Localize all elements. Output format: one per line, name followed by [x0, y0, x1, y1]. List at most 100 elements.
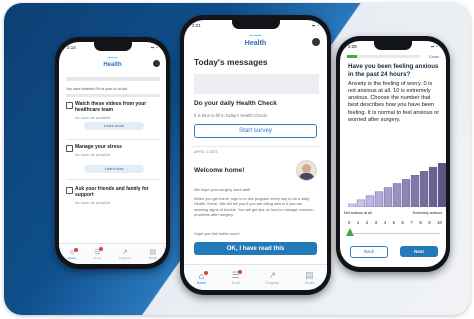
logo-text: Health: [103, 61, 122, 68]
tab-todo[interactable]: ☰ To-do: [231, 270, 242, 285]
tab-progress[interactable]: ↗ Progress: [119, 248, 131, 260]
tab-home[interactable]: ⌂ Home: [67, 247, 78, 260]
chart-icon: ↗: [268, 270, 277, 280]
notification-dot: [203, 270, 208, 275]
checkbox[interactable]: [66, 102, 73, 109]
scale-number[interactable]: 7: [410, 220, 412, 225]
tab-books[interactable]: ▤ Books: [149, 248, 157, 260]
checkbox[interactable]: [66, 187, 73, 194]
progress-track: [66, 77, 160, 81]
learn-how-button[interactable]: Learn how: [84, 165, 144, 173]
scale-number[interactable]: 8: [419, 220, 421, 225]
scale-min-label: Not anxious at all: [344, 211, 372, 215]
scale-number[interactable]: 9: [428, 220, 430, 225]
close-link[interactable]: Close: [429, 54, 439, 59]
divider: [66, 139, 160, 140]
todo-due: As soon as possible: [75, 152, 111, 157]
todo-title: Manage your stress: [75, 144, 122, 150]
status-bar: 2:14 ▪▪ ◔: [67, 45, 158, 53]
tab-label: Books: [148, 256, 158, 260]
doctor-avatar: [296, 160, 317, 181]
right-phone-screen: 2:28 ▪▪ ◔ Close Have you been feeling an…: [340, 41, 446, 267]
slider-handle[interactable]: [346, 228, 354, 236]
left-phone-screen: 2:14 ▪▪ ◔ ~~~ Health You have finished 0…: [59, 42, 166, 264]
page-title: Today's messages: [194, 57, 268, 67]
profile-icon[interactable]: [312, 38, 320, 46]
next-button[interactable]: Next: [400, 246, 438, 257]
status-time: 2:28: [348, 44, 357, 49]
tab-bar: ⌂ Home ☰ To-do ↗ Progress ▤ Books: [184, 264, 327, 290]
tab-todo[interactable]: ☰ To-do: [94, 247, 104, 260]
todo-item[interactable]: Watch these videos from your healthcare …: [66, 101, 160, 141]
logo-text: Health: [244, 39, 267, 47]
checklist-header: You have finished 0% of your to-do list: [66, 87, 127, 91]
scale-number[interactable]: 3: [375, 220, 377, 225]
scale-number[interactable]: 6: [402, 220, 404, 225]
signal-icon: ▪▪ ◔: [150, 45, 158, 50]
tab-label: Progress: [265, 281, 280, 285]
scale-max-label: Extremely anxious: [412, 211, 442, 215]
scale-number[interactable]: 5: [393, 220, 395, 225]
promo-card: 2:14 ▪▪ ◔ ~~~ Health You have finished 0…: [4, 3, 470, 315]
scale-bar: [365, 195, 375, 207]
welcome-paragraph-1: We hope your surgery went well!: [194, 187, 251, 192]
notification-dot: [99, 247, 104, 251]
tab-bar: ⌂ Home ☰ To-do ↗ Progress ▤ Books: [59, 243, 166, 264]
tab-label: Progress: [118, 256, 131, 260]
tab-books[interactable]: ▤ Books: [305, 270, 314, 285]
scale-bar: [428, 166, 438, 207]
scale-number[interactable]: 0: [348, 220, 350, 225]
scale-numbers: 0 1 2 3 4 5 6 7 8 9 10: [348, 220, 442, 225]
book-icon: ▤: [305, 270, 314, 280]
scale-bar: [410, 175, 420, 207]
todo-item[interactable]: Manage your stress As soon as possible L…: [66, 144, 160, 184]
profile-icon[interactable]: [153, 60, 160, 67]
scale-bar: [419, 170, 429, 207]
scale-number[interactable]: 4: [384, 220, 386, 225]
right-phone: 2:28 ▪▪ ◔ Close Have you been feeling an…: [336, 36, 450, 272]
anxiety-scale-graphic: [348, 163, 446, 207]
scale-number[interactable]: 10: [437, 220, 442, 225]
checkbox[interactable]: [66, 145, 73, 152]
tab-progress[interactable]: ↗ Progress: [266, 270, 280, 285]
message-placeholder: [194, 74, 319, 94]
scale-number[interactable]: 1: [357, 220, 359, 225]
todo-due: As soon as possible: [75, 115, 111, 120]
signal-icon: ▪▪ ◔: [311, 23, 319, 28]
scale-bar: [374, 191, 384, 207]
tab-label: Home: [67, 255, 76, 260]
back-button[interactable]: Back: [350, 246, 388, 258]
divider: [192, 146, 319, 147]
scale-bar: [437, 163, 446, 207]
start-survey-button[interactable]: Start survey: [194, 124, 317, 138]
survey-explanation: Anxiety is the feeling of worry. 0 is no…: [348, 81, 440, 123]
todo-title: Watch these videos from your healthcare …: [75, 101, 147, 113]
status-bar: 2:21 ▪▪ ◔: [192, 23, 319, 31]
scale-number[interactable]: 2: [366, 220, 368, 225]
message-date: APRIL 1 2023: [194, 150, 218, 154]
survey-progress-fill: [347, 55, 357, 58]
scale-bar: [348, 203, 357, 207]
notification-dot: [73, 247, 78, 252]
status-time: 2:14: [67, 45, 76, 50]
tab-home[interactable]: ⌂ Home: [196, 270, 208, 285]
scale-bar: [356, 199, 366, 207]
divider: [66, 179, 160, 180]
slider-track[interactable]: [352, 233, 440, 234]
left-phone: 2:14 ▪▪ ◔ ~~~ Health You have finished 0…: [55, 37, 170, 269]
progress-bar: [66, 94, 160, 97]
todo-due: As soon as possible: [75, 200, 111, 205]
status-time: 2:21: [192, 23, 201, 28]
learn-more-button[interactable]: Learn more: [84, 122, 144, 130]
survey-question: Have you been feeling anxious in the pas…: [348, 63, 439, 78]
todo-item[interactable]: Ask your friends and family for support …: [66, 186, 160, 216]
health-check-title: Do your daily Health Check: [194, 100, 277, 107]
tab-label: To-do: [231, 281, 240, 285]
tab-label: Home: [196, 280, 206, 285]
scale-labels: Not anxious at all Extremely anxious: [344, 211, 442, 215]
scale-bar: [383, 187, 393, 207]
scale-bar: [401, 179, 411, 207]
todo-title: Ask your friends and family for support: [75, 186, 149, 198]
middle-phone-screen: 2:21 ▪▪ ◔ ~~~ Health Today's messages Do…: [184, 20, 327, 290]
ok-read-button[interactable]: OK, I have read this: [194, 242, 317, 255]
